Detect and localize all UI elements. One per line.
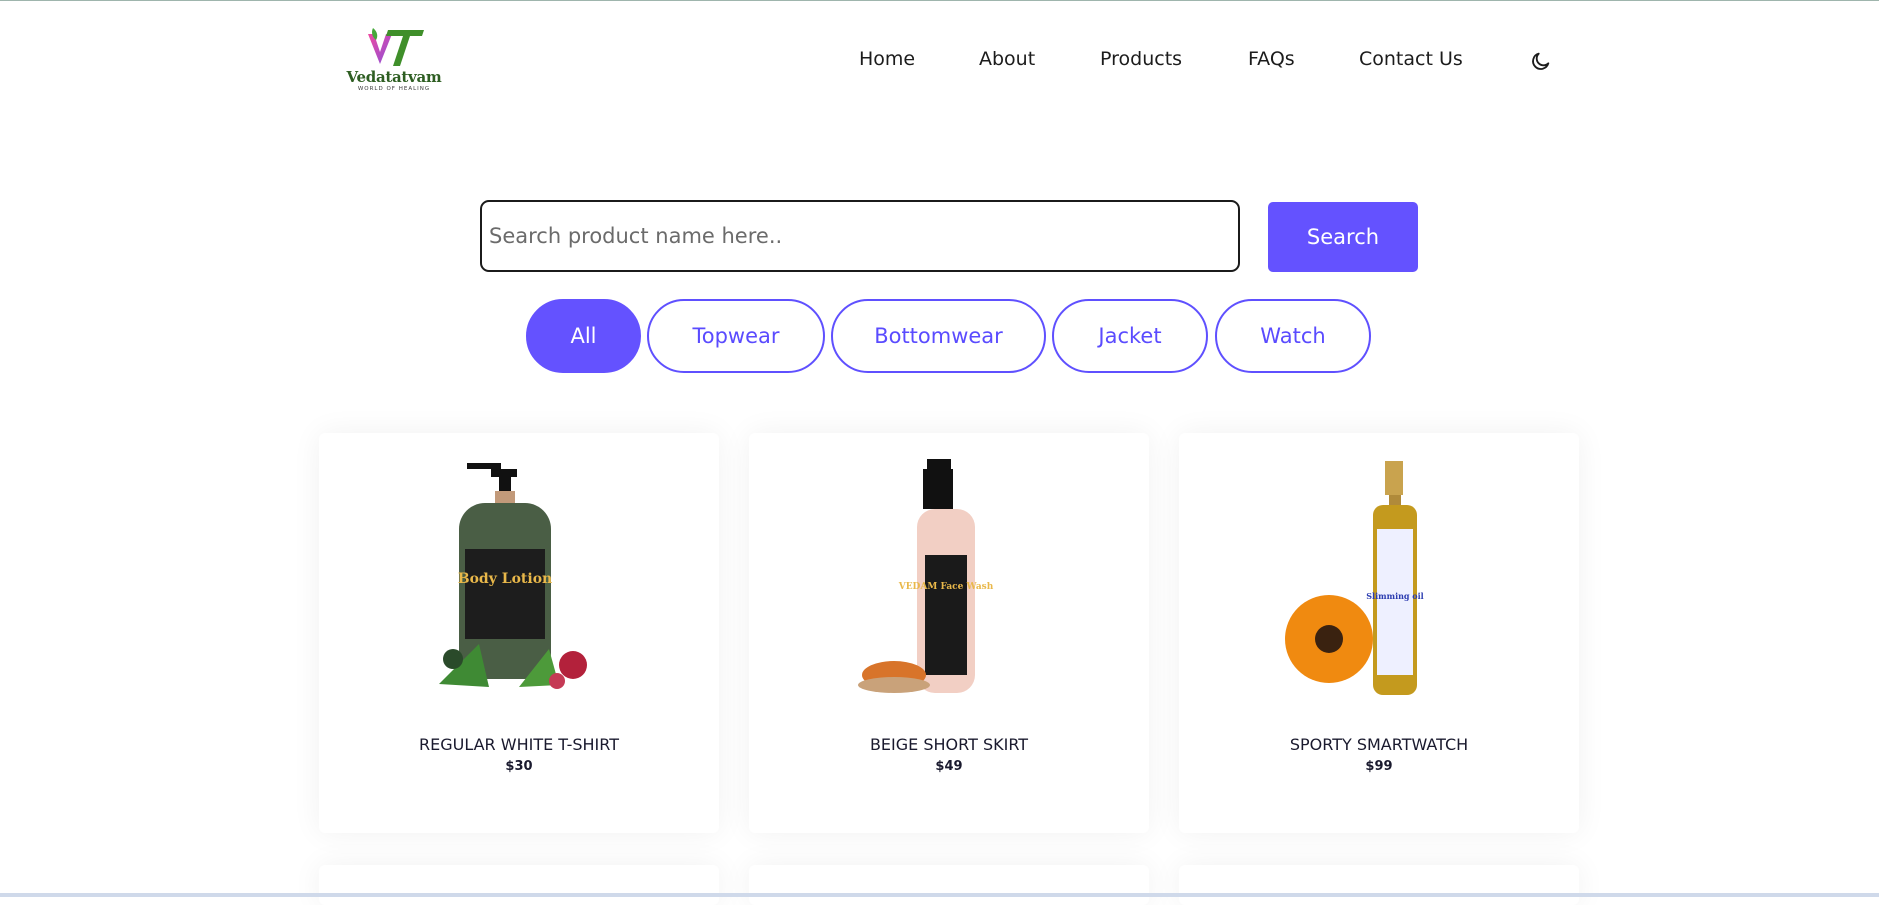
product-card[interactable]: Body Lotion REGULAR WHITE T-SHIRT $30	[319, 433, 719, 833]
filter-all[interactable]: All	[526, 299, 641, 373]
nav-about[interactable]: About	[979, 48, 1035, 70]
filter-topwear[interactable]: Topwear	[647, 299, 825, 373]
svg-text:Slimming oil: Slimming oil	[1366, 591, 1423, 601]
site-header: Vedatatvam WORLD OF HEALING Home About P…	[0, 0, 1879, 120]
search-button[interactable]: Search	[1268, 202, 1418, 272]
product-card[interactable]	[1179, 865, 1579, 905]
logo-mark-icon	[368, 28, 424, 66]
nav-faqs[interactable]: FAQs	[1248, 48, 1295, 70]
filter-watch[interactable]: Watch	[1215, 299, 1371, 373]
svg-text:VEDAM Face Wash: VEDAM Face Wash	[898, 582, 994, 592]
product-title: BEIGE SHORT SKIRT	[869, 735, 1029, 754]
product-title: SPORTY SMARTWATCH	[1289, 735, 1469, 754]
product-price: $99	[1365, 759, 1393, 774]
filter-bottomwear[interactable]: Bottomwear	[831, 299, 1046, 373]
product-card[interactable]	[749, 865, 1149, 905]
product-image: Body Lotion	[439, 463, 587, 689]
moon-icon[interactable]	[1530, 50, 1552, 76]
bottom-border	[0, 893, 1879, 897]
svg-text:Body Lotion: Body Lotion	[458, 571, 552, 587]
nav-products[interactable]: Products	[1100, 48, 1182, 70]
product-title: REGULAR WHITE T-SHIRT	[418, 735, 619, 754]
product-image: VEDAM Face Wash	[858, 459, 994, 693]
brand-name: Vedatatvam	[346, 68, 442, 86]
product-price: $30	[505, 759, 533, 774]
brand-tagline: WORLD OF HEALING	[357, 86, 431, 92]
product-card[interactable]	[319, 865, 719, 905]
product-price: $49	[935, 759, 963, 774]
nav-home[interactable]: Home	[859, 48, 915, 70]
product-card[interactable]: VEDAM Face Wash BEIGE SHORT SKIRT $49	[749, 433, 1149, 833]
nav-contact-us[interactable]: Contact Us	[1359, 48, 1463, 70]
filter-jacket[interactable]: Jacket	[1052, 299, 1208, 373]
search-input[interactable]	[480, 200, 1240, 272]
product-image: Slimming oil	[1285, 461, 1424, 695]
brand-logo[interactable]: Vedatatvam WORLD OF HEALING	[341, 26, 447, 96]
product-card[interactable]: Slimming oil SPORTY SMARTWATCH $99	[1179, 433, 1579, 833]
